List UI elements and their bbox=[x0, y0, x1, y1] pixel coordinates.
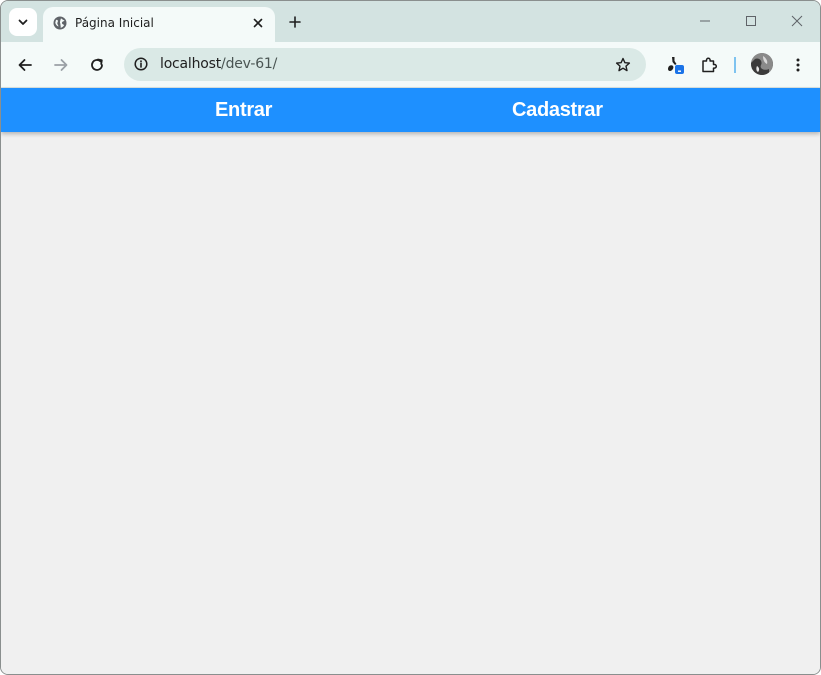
reload-button[interactable] bbox=[83, 51, 111, 79]
paint-icon bbox=[668, 57, 684, 74]
back-button[interactable] bbox=[11, 51, 39, 79]
toolbar-divider bbox=[734, 57, 736, 73]
bookmark-button[interactable] bbox=[612, 54, 634, 76]
tab-close-button[interactable] bbox=[249, 14, 267, 32]
star-icon bbox=[615, 57, 631, 72]
puzzle-icon bbox=[702, 57, 718, 73]
minimize-icon bbox=[700, 20, 710, 22]
avatar-image bbox=[751, 53, 773, 75]
maximize-icon bbox=[746, 16, 756, 26]
extension-action-button[interactable] bbox=[661, 51, 689, 79]
globe-icon bbox=[53, 16, 67, 30]
url-host: localhost bbox=[160, 56, 222, 72]
site-info-button[interactable] bbox=[130, 53, 152, 75]
address-bar[interactable]: localhost/dev-61/ bbox=[124, 48, 646, 81]
nav-login-link[interactable]: Entrar bbox=[215, 99, 272, 122]
close-icon bbox=[253, 18, 263, 28]
url-path: /dev-61/ bbox=[221, 56, 278, 72]
forward-button[interactable] bbox=[47, 51, 75, 79]
reload-icon bbox=[91, 58, 103, 71]
minimize-button[interactable] bbox=[691, 9, 719, 33]
profile-avatar[interactable] bbox=[751, 53, 773, 75]
page-content: Entrar Cadastrar bbox=[1, 88, 820, 674]
kebab-menu-icon bbox=[796, 58, 800, 72]
new-tab-button[interactable] bbox=[284, 11, 306, 33]
info-icon bbox=[134, 57, 148, 71]
arrow-right-icon bbox=[54, 59, 68, 71]
browser-window: Página Inicial localhost/dev-61/ Entrar … bbox=[0, 0, 821, 675]
browser-tab-active[interactable]: Página Inicial bbox=[43, 7, 275, 42]
maximize-button[interactable] bbox=[737, 9, 765, 33]
tab-search-button[interactable] bbox=[9, 8, 37, 36]
tab-title: Página Inicial bbox=[75, 16, 154, 30]
extensions-button[interactable] bbox=[695, 51, 723, 79]
plus-icon bbox=[289, 16, 301, 28]
arrow-left-icon bbox=[18, 59, 32, 71]
site-navbar: Entrar Cadastrar bbox=[1, 88, 820, 132]
tab-strip: Página Inicial bbox=[1, 1, 820, 42]
url-text: localhost/dev-61/ bbox=[160, 56, 277, 72]
close-window-button[interactable] bbox=[783, 9, 811, 33]
browser-toolbar: localhost/dev-61/ bbox=[1, 42, 820, 88]
nav-register-link[interactable]: Cadastrar bbox=[512, 99, 603, 122]
close-window-icon bbox=[791, 15, 803, 27]
browser-menu-button[interactable] bbox=[784, 51, 812, 79]
chevron-down-icon bbox=[18, 19, 28, 25]
